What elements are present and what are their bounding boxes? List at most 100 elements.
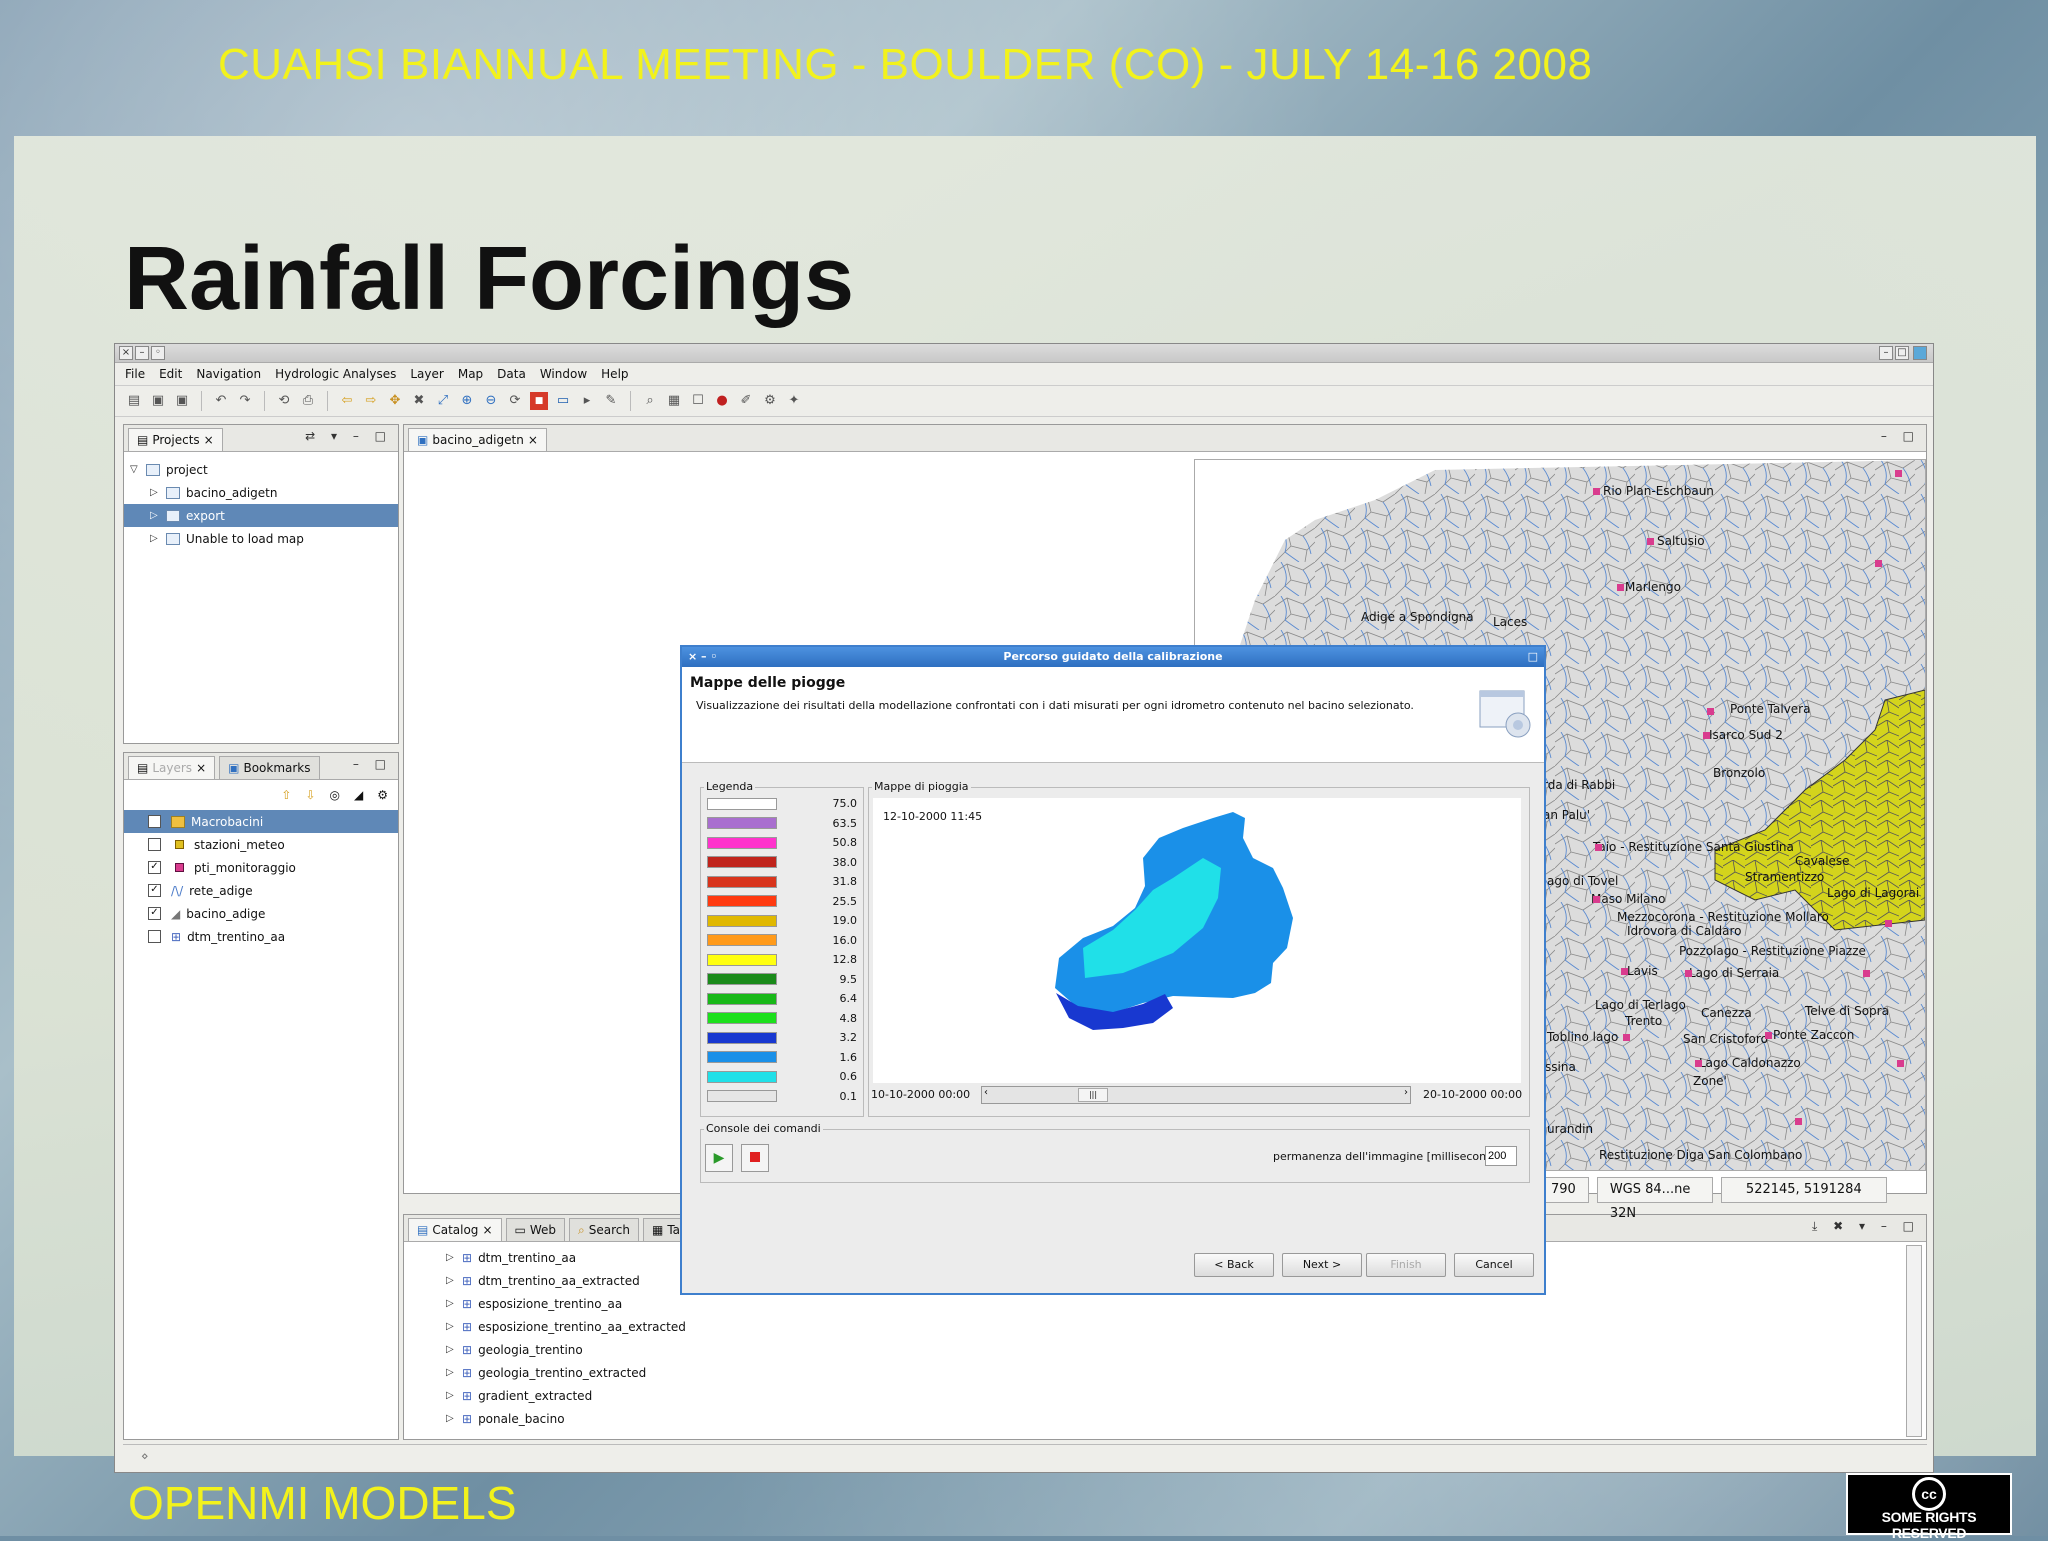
close-icon[interactable]: × — [196, 761, 206, 775]
print-icon[interactable]: ⎙ — [299, 392, 317, 410]
permanence-input[interactable] — [1485, 1146, 1517, 1166]
undo-icon[interactable]: ↶ — [212, 392, 230, 410]
maximize-icon[interactable]: □ — [1528, 647, 1538, 667]
menu-layer[interactable]: Layer — [410, 367, 443, 381]
scroll-right-icon[interactable]: › — [1404, 1087, 1408, 1098]
layer-checkbox[interactable] — [148, 838, 161, 851]
select-icon[interactable]: ☐ — [689, 392, 707, 410]
forward-arrow-icon[interactable]: ⇨ — [362, 392, 380, 410]
layer-item[interactable]: ⊞ dtm_trentino_aa — [124, 925, 398, 948]
catalog-item[interactable]: ▷ ⊞ gradient_extracted — [440, 1384, 1926, 1407]
layer-checkbox[interactable]: ✓ — [148, 884, 161, 897]
grid-icon[interactable]: ▦ — [665, 392, 683, 410]
collapse-icon[interactable]: ▷ — [150, 487, 160, 498]
close-icon[interactable]: × — [528, 433, 538, 447]
tree-item-unable[interactable]: ▷ Unable to load map — [124, 527, 398, 550]
properties-icon[interactable]: ⚙ — [377, 788, 388, 802]
panel-controls[interactable]: ⤓ ✖ ▾ – □ — [1812, 1219, 1920, 1234]
edit-icon[interactable]: ✎ — [602, 392, 620, 410]
zoom-out-icon[interactable]: ⊖ — [482, 392, 500, 410]
points-icon[interactable]: ● — [713, 392, 731, 410]
layer-checkbox[interactable] — [148, 930, 161, 943]
menu-icon[interactable]: ◦ — [151, 346, 165, 360]
monitor-icon[interactable]: ▭ — [554, 392, 572, 410]
close-icon[interactable]: × — [482, 1223, 492, 1237]
minimize-icon[interactable]: – — [135, 346, 149, 360]
cancel-button[interactable]: Cancel — [1454, 1253, 1534, 1277]
tab-map[interactable]: ▣ bacino_adigetn × — [408, 428, 547, 451]
menu-data[interactable]: Data — [497, 367, 526, 381]
clear-icon[interactable]: ✖ — [410, 392, 428, 410]
layer-item[interactable]: ✓ /\/ rete_adige — [124, 879, 398, 902]
time-slider-thumb[interactable]: ||| — [1078, 1088, 1108, 1102]
panel-controls[interactable]: ⇄ ▾ – □ — [305, 429, 392, 443]
collapse-icon[interactable]: ▷ — [446, 1298, 456, 1309]
vertical-scrollbar[interactable] — [1906, 1245, 1922, 1437]
collapse-icon[interactable]: ▷ — [446, 1321, 456, 1332]
search-icon[interactable]: ⌕ — [641, 392, 659, 410]
layer-checkbox[interactable]: ✓ — [148, 861, 161, 874]
style-icon[interactable]: ◎ — [330, 788, 340, 802]
redo-icon[interactable]: ↷ — [236, 392, 254, 410]
collapse-icon[interactable]: ▷ — [446, 1275, 456, 1286]
menu-map[interactable]: Map — [458, 367, 483, 381]
tab-search[interactable]: ⌕ Search — [569, 1218, 639, 1241]
collapse-icon[interactable]: ▷ — [446, 1252, 456, 1263]
menu-window[interactable]: Window — [540, 367, 587, 381]
menu-edit[interactable]: Edit — [159, 367, 182, 381]
finish-button[interactable]: Finish — [1366, 1253, 1446, 1277]
tab-bookmarks[interactable]: ▣ Bookmarks — [219, 756, 320, 779]
tab-projects[interactable]: ▤ Projects × — [128, 428, 223, 451]
tree-item-export[interactable]: ▷ export — [124, 504, 398, 527]
record-icon[interactable]: ■ — [530, 392, 548, 410]
tools-icon[interactable]: ⚙ — [761, 392, 779, 410]
menu-help[interactable]: Help — [601, 367, 628, 381]
wand-icon[interactable]: ✦ — [785, 392, 803, 410]
draw-icon[interactable]: ✐ — [737, 392, 755, 410]
zoom-in-icon[interactable]: ⊕ — [458, 392, 476, 410]
back-button[interactable]: < Back — [1194, 1253, 1274, 1277]
tab-catalog[interactable]: ▤ Catalog × — [408, 1218, 502, 1241]
play-icon[interactable]: ▸ — [578, 392, 596, 410]
expand-icon[interactable]: ▽ — [130, 464, 140, 475]
refresh-icon[interactable]: ⟲ — [275, 392, 293, 410]
layer-item[interactable]: ✓ pti_monitoraggio — [124, 856, 398, 879]
layer-item[interactable]: ✓ Macrobacini — [124, 810, 398, 833]
collapse-icon[interactable]: ▷ — [150, 533, 160, 544]
next-button[interactable]: Next > — [1282, 1253, 1362, 1277]
collapse-icon[interactable]: ▷ — [446, 1390, 456, 1401]
time-slider[interactable]: ‹ ||| › — [981, 1086, 1411, 1104]
play-button[interactable]: ▶ — [705, 1144, 733, 1172]
panel-controls[interactable]: – □ — [1881, 429, 1920, 443]
menu-file[interactable]: File — [125, 367, 145, 381]
tab-layers[interactable]: ▤ Layers × — [128, 756, 216, 779]
layer-item[interactable]: ✓ ◢ bacino_adige — [124, 902, 398, 925]
catalog-item[interactable]: ▷ ⊞ esposizione_trentino_aa — [440, 1292, 1926, 1315]
collapse-icon[interactable]: ▷ — [446, 1344, 456, 1355]
menu-navigation[interactable]: Navigation — [196, 367, 261, 381]
layer-item[interactable]: stazioni_meteo — [124, 833, 398, 856]
new-icon[interactable]: ▤ — [125, 392, 143, 410]
zoom-extent-icon[interactable]: ⤢ — [434, 392, 452, 410]
move-up-icon[interactable]: ⇧ — [281, 788, 291, 802]
layer-checkbox[interactable]: ✓ — [148, 907, 161, 920]
save-icon[interactable]: ▣ — [149, 392, 167, 410]
collapse-icon[interactable]: ▷ — [446, 1367, 456, 1378]
layer-checkbox[interactable]: ✓ — [148, 815, 161, 828]
catalog-item[interactable]: ▷ ⊞ geologia_trentino — [440, 1338, 1926, 1361]
crs-box[interactable]: WGS 84...ne 32N — [1596, 1177, 1713, 1221]
close-icon[interactable]: × — [204, 433, 214, 447]
scroll-left-icon[interactable]: ‹ — [984, 1087, 988, 1098]
tree-item-bacino[interactable]: ▷ bacino_adigetn — [124, 481, 398, 504]
refresh-map-icon[interactable]: ⟳ — [506, 392, 524, 410]
save-all-icon[interactable]: ▣ — [173, 392, 191, 410]
minimize-icon[interactable]: – — [1879, 346, 1893, 360]
close-icon[interactable]: × – ◦ — [688, 647, 717, 667]
pan-icon[interactable]: ✥ — [386, 392, 404, 410]
catalog-item[interactable]: ▷ ⊞ esposizione_trentino_aa_extracted — [440, 1315, 1926, 1338]
back-arrow-icon[interactable]: ⇦ — [338, 392, 356, 410]
maximize-icon[interactable]: □ — [1895, 346, 1909, 360]
stop-button[interactable] — [741, 1144, 769, 1172]
catalog-item[interactable]: ▷ ⊞ ponale_bacino — [440, 1407, 1926, 1430]
panel-controls[interactable]: – □ — [353, 757, 392, 771]
